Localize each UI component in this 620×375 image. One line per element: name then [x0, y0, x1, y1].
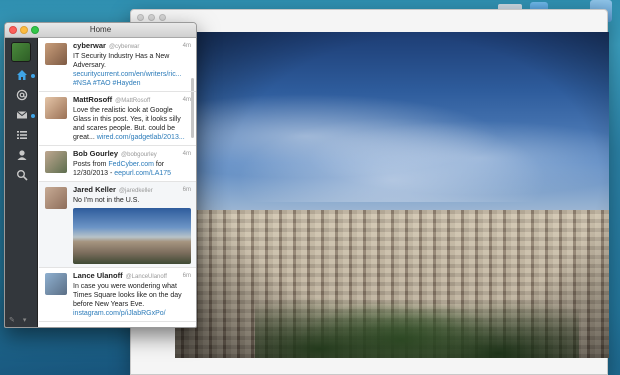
tweet-author-handle: @LanceUlanoff [125, 274, 167, 280]
viewer-title-bar [131, 10, 607, 24]
window-title: Home [89, 25, 112, 34]
title-bar: Home [5, 23, 196, 38]
sidebar: ✎ ▾ [5, 38, 38, 327]
sidebar-item-messages[interactable] [14, 108, 30, 122]
avatar[interactable] [45, 187, 67, 209]
avatar[interactable] [45, 43, 67, 65]
tweet-author-name[interactable]: MattRosoff [73, 95, 112, 104]
chevron-down-icon[interactable]: ▾ [23, 316, 27, 324]
envelope-icon [16, 111, 28, 119]
tweet-text: In case you were wondering what Times Sq… [73, 283, 182, 317]
avatar[interactable] [45, 273, 67, 295]
sidebar-item-lists[interactable] [14, 128, 30, 142]
home-unread-dot [31, 74, 35, 78]
tweet-author-handle: @MattRosoff [115, 98, 151, 104]
tweet-timestamp: 4m [182, 151, 191, 157]
tweet[interactable]: MattRosoff @MattRosoff 4m Love the reali… [39, 92, 196, 146]
at-mentions-icon [16, 89, 28, 101]
sidebar-item-search[interactable] [14, 168, 30, 182]
sidebar-bottom-tools: ✎ ▾ [9, 316, 26, 324]
sidebar-item-home[interactable] [14, 68, 30, 82]
twitter-window: Home ✎ ▾ cyberwar @cyberwar 4m IT Securi… [4, 22, 197, 328]
list-icon [17, 131, 27, 139]
tweet-author-name[interactable]: Jared Keller [73, 185, 116, 194]
tweet[interactable]: Jared Keller @jaredkeller 6m No I'm not … [39, 182, 196, 268]
home-icon [17, 70, 27, 80]
sidebar-item-profile[interactable] [14, 148, 30, 162]
tweet-author-handle: @cyberwar [108, 44, 140, 50]
tweet-text: Love the realistic look at Google Glass … [73, 107, 185, 141]
tweet-timestamp: 6m [182, 273, 191, 279]
tweet-link[interactable]: securitycurrent.com/en/writers/ric... #N… [73, 71, 182, 87]
tweet[interactable]: Bob Gourley @bobgourley 4m Posts from Fe… [39, 146, 196, 182]
viewer-close-button[interactable] [137, 13, 144, 21]
viewer-zoom-button[interactable] [159, 13, 166, 21]
tweet[interactable]: Lance Ulanoff @LanceUlanoff 6m In case y… [39, 268, 196, 322]
timeline: cyberwar @cyberwar 4m IT Security Indust… [39, 38, 196, 327]
avatar[interactable] [45, 97, 67, 119]
search-icon [17, 170, 28, 181]
viewer-minimize-button[interactable] [148, 13, 155, 21]
tweet-author-name[interactable]: cyberwar [73, 41, 106, 50]
tweet-link[interactable]: wired.com/gadgetlab/2013... [97, 134, 185, 141]
tweet-link[interactable]: instagram.com/p/iJlabRGxPo/ [73, 310, 166, 317]
tweet-text: IT Security Industry Has a New Adversary… [73, 53, 182, 87]
tweet-author-name[interactable]: Lance Ulanoff [73, 271, 123, 280]
tweet-timestamp: 4m [182, 97, 191, 103]
tweet[interactable]: cyberwar @cyberwar 4m IT Security Indust… [39, 38, 196, 92]
tweet-media-thumbnail[interactable] [73, 208, 191, 264]
tweet-timestamp: 4m [182, 43, 191, 49]
avatar[interactable] [45, 151, 67, 173]
compose-icon[interactable]: ✎ [9, 316, 15, 324]
sidebar-item-mentions[interactable] [14, 88, 30, 102]
tweet-text: No I'm not in the U.S. [73, 197, 140, 204]
tweet-author-handle: @jaredkeller [118, 188, 153, 194]
tweet-link[interactable]: eepurl.com/LA175 [114, 170, 171, 177]
tweet-timestamp: 6m [182, 187, 191, 193]
account-avatar[interactable] [11, 42, 31, 62]
profile-icon [17, 150, 27, 160]
tweet-author-handle: @bobgourley [121, 152, 157, 158]
tweet-link[interactable]: FedCyber.com [108, 161, 154, 168]
city-photo [175, 32, 609, 358]
tweet-author-name[interactable]: Bob Gourley [73, 149, 118, 158]
photo-viewer-window [130, 9, 609, 375]
tweet-text: Posts from FedCyber.com for 12/30/2013 -… [73, 161, 172, 177]
messages-unread-dot [31, 114, 35, 118]
